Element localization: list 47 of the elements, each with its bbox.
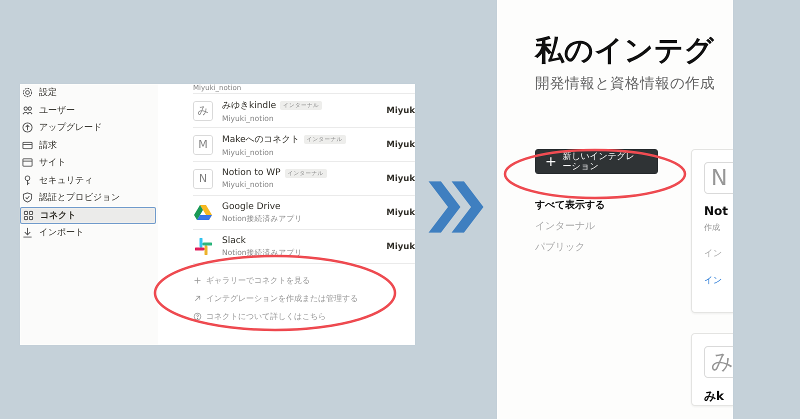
letter-icon: み xyxy=(704,346,733,378)
page-subtitle: 開発情報と資格情報の作成 xyxy=(535,75,716,93)
filter-tab[interactable]: すべて表示する xyxy=(535,198,658,219)
owner-name: Miyuk xyxy=(386,106,415,116)
owner-name: Miyuk xyxy=(386,174,415,184)
sidebar-item[interactable]: セキュリティ xyxy=(20,172,158,189)
sidebar-item[interactable]: インポート xyxy=(20,224,158,242)
created-label: 作成 xyxy=(704,222,721,233)
page-title: 私のインテグ xyxy=(535,32,715,68)
upgrade-icon xyxy=(22,122,33,134)
gear-icon xyxy=(22,87,33,98)
grid-icon xyxy=(23,210,34,221)
owner-name: Miyuk xyxy=(386,140,415,150)
connection-name: Google Drive xyxy=(222,202,281,212)
drive-triangle-icon xyxy=(194,204,212,220)
card-link[interactable]: イン xyxy=(704,274,733,287)
letter-icon: N xyxy=(704,162,733,194)
owner-name: Miyuk xyxy=(386,208,415,218)
letter-icon: N xyxy=(193,168,213,188)
connection-name: みゆきkindle xyxy=(222,100,276,112)
sidebar-item[interactable]: サイト xyxy=(20,154,158,172)
sidebar-item[interactable]: アップグレード xyxy=(20,119,158,136)
sidebar-item[interactable]: コネクト xyxy=(20,206,156,224)
owner-name: Miyuk xyxy=(386,242,415,252)
sidebar-item[interactable]: 認証とプロビジョン xyxy=(20,189,158,206)
connection-name: Slack xyxy=(222,236,246,246)
users-icon xyxy=(22,104,33,116)
browser-icon xyxy=(22,157,33,168)
integration-name: みk xyxy=(704,388,725,405)
help-icon xyxy=(193,312,202,320)
download-icon xyxy=(22,227,33,238)
key-icon xyxy=(22,174,33,186)
hash-logo-icon xyxy=(194,238,212,255)
integration-name: Not xyxy=(704,204,730,218)
card-icon xyxy=(22,140,33,151)
sidebar-item[interactable]: 請求 xyxy=(20,136,158,154)
plus-icon: + xyxy=(545,156,557,166)
letter-icon: M xyxy=(193,134,213,154)
letter-icon: み xyxy=(193,100,213,120)
shield-icon xyxy=(22,192,33,204)
info-text: イン xyxy=(704,248,723,260)
arrow-icon xyxy=(193,294,202,302)
sidebar-item[interactable]: 設定 xyxy=(20,84,158,102)
connection-name: Notion to WP xyxy=(222,168,281,178)
connection-name: Makeへのコネクト xyxy=(222,134,300,146)
plus-icon xyxy=(193,276,202,284)
sidebar-item[interactable]: ユーザー xyxy=(20,102,158,119)
